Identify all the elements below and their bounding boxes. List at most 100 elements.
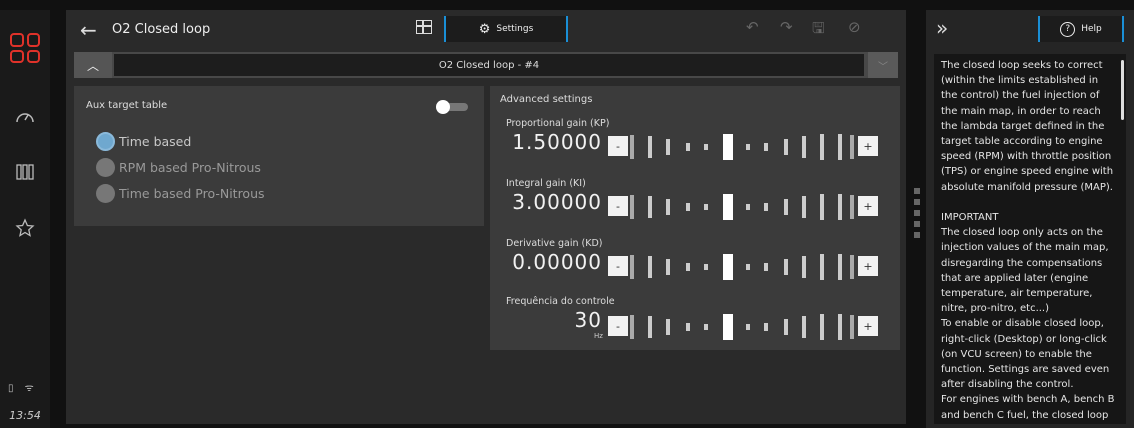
table-view-icon[interactable] — [416, 20, 432, 34]
slider-tick — [704, 264, 708, 270]
clock: 13:54 — [9, 409, 41, 422]
kp-value[interactable]: 1.50000 — [506, 130, 602, 154]
gear-icon: ⚙ — [478, 21, 491, 37]
slider-tick — [820, 134, 824, 160]
collapse-button[interactable]: ︿ — [74, 52, 112, 78]
radio-dot — [96, 184, 115, 203]
radio-rpm-pro-nitrous[interactable]: RPM based Pro-Nitrous — [96, 158, 261, 177]
help-button-label: Help — [1081, 24, 1102, 34]
slider-tick — [746, 324, 750, 330]
undo-icon[interactable]: ↶ — [746, 18, 759, 36]
disable-icon[interactable]: ⊘ — [848, 18, 861, 36]
slider-tick — [850, 195, 854, 219]
favorites-star-icon[interactable] — [0, 208, 50, 248]
frequency-decrement-button[interactable]: - — [608, 316, 628, 336]
back-arrow-icon[interactable]: ← — [80, 18, 97, 42]
kd-decrement-button[interactable]: - — [608, 256, 628, 276]
slider-tick — [802, 316, 806, 338]
slider-tick — [838, 194, 842, 220]
slider-tick — [784, 139, 788, 155]
slider-tick — [764, 263, 768, 271]
status-icons: ▯ ᯤ — [8, 383, 38, 394]
slider-tick — [838, 134, 842, 160]
top-bar: ← O2 Closed loop ⚙ Settings ↶ ↷ 🖫 ⊘ — [66, 10, 906, 48]
slider-tick — [838, 254, 842, 280]
slider-tick — [686, 203, 690, 211]
slider-tick — [746, 204, 750, 210]
section-header: ︿ O2 Closed loop - #4 ﹀ — [74, 52, 898, 78]
save-icon[interactable]: 🖫 — [812, 18, 825, 43]
collapse-help-icon[interactable]: » — [936, 16, 948, 40]
main-bottom-strip — [66, 424, 906, 428]
slider-tick — [746, 144, 750, 150]
slider-tick — [850, 135, 854, 159]
slider-tick — [820, 194, 824, 220]
help-body: The closed loop seeks to correct (within… — [934, 54, 1126, 424]
toggle-knob — [436, 100, 450, 114]
redo-icon[interactable]: ↷ — [780, 18, 793, 36]
slider-tick — [764, 323, 768, 331]
slider-tick — [764, 203, 768, 211]
slider-tick — [850, 315, 854, 339]
ki-label: Integral gain (KI) — [506, 178, 586, 189]
aux-target-panel: Aux target table Time based RPM based Pr… — [74, 86, 484, 226]
tab-settings[interactable]: ⚙ Settings — [444, 16, 568, 42]
ki-increment-button[interactable]: + — [858, 196, 878, 216]
slider-tick — [838, 314, 842, 340]
slider-tick — [802, 136, 806, 158]
slider-tick — [784, 319, 788, 335]
radio-label: Time based Pro-Nitrous — [119, 186, 265, 201]
gauges-bars-icon[interactable] — [0, 152, 50, 192]
frequency-value[interactable]: 30 — [506, 308, 602, 332]
slider-tick — [666, 319, 670, 335]
slider-tick — [648, 136, 652, 158]
kp-decrement-button[interactable]: - — [608, 136, 628, 156]
main-panel: ← O2 Closed loop ⚙ Settings ↶ ↷ 🖫 ⊘ ︿ O2… — [66, 10, 906, 424]
kd-increment-button[interactable]: + — [858, 256, 878, 276]
help-question-icon: ? — [1060, 21, 1076, 37]
radio-label: Time based — [119, 134, 192, 149]
dashboard-gauge-icon[interactable] — [0, 96, 50, 136]
advanced-settings-title: Advanced settings — [500, 94, 593, 105]
slider-thumb[interactable] — [723, 134, 733, 160]
slider-tick — [630, 255, 634, 279]
help-button[interactable]: ? Help — [1038, 16, 1124, 42]
slider-tick — [666, 259, 670, 275]
slider-tick — [630, 315, 634, 339]
aux-target-label: Aux target table — [86, 100, 168, 111]
slider-tick — [704, 144, 708, 150]
radio-dot — [96, 158, 115, 177]
slider-tick — [802, 256, 806, 278]
help-scrollbar[interactable] — [1121, 60, 1124, 120]
left-rail: ▯ ᯤ 13:54 — [0, 0, 50, 428]
rail-top-strip — [0, 0, 50, 10]
radio-time-pro-nitrous[interactable]: Time based Pro-Nitrous — [96, 184, 265, 203]
slider-tick — [630, 195, 634, 219]
slider-tick — [686, 263, 690, 271]
kp-increment-button[interactable]: + — [858, 136, 878, 156]
radio-label: RPM based Pro-Nitrous — [119, 160, 261, 175]
aux-target-toggle[interactable] — [436, 100, 470, 114]
section-dropdown-button[interactable]: ﹀ — [868, 52, 898, 78]
section-title: O2 Closed loop - #4 — [114, 54, 864, 76]
slider-thumb[interactable] — [723, 314, 733, 340]
help-header: » ? Help — [926, 10, 1134, 48]
slider-tick — [820, 254, 824, 280]
slider-tick — [648, 256, 652, 278]
slider-tick — [686, 143, 690, 151]
frequency-increment-button[interactable]: + — [858, 316, 878, 336]
ki-decrement-button[interactable]: - — [608, 196, 628, 216]
slider-tick — [802, 196, 806, 218]
panel-divider-handle[interactable] — [914, 188, 920, 243]
slider-tick — [746, 264, 750, 270]
frequency-label: Frequência do controle — [506, 296, 615, 307]
kd-label: Derivative gain (KD) — [506, 238, 603, 249]
slider-thumb[interactable] — [723, 194, 733, 220]
kd-value[interactable]: 0.00000 — [506, 250, 602, 274]
apps-grid-icon[interactable] — [0, 28, 50, 68]
radio-time-based[interactable]: Time based — [96, 132, 191, 151]
frequency-unit: Hz — [594, 332, 603, 340]
ki-value[interactable]: 3.00000 — [506, 190, 602, 214]
slider-thumb[interactable] — [723, 254, 733, 280]
slider-tick — [648, 196, 652, 218]
